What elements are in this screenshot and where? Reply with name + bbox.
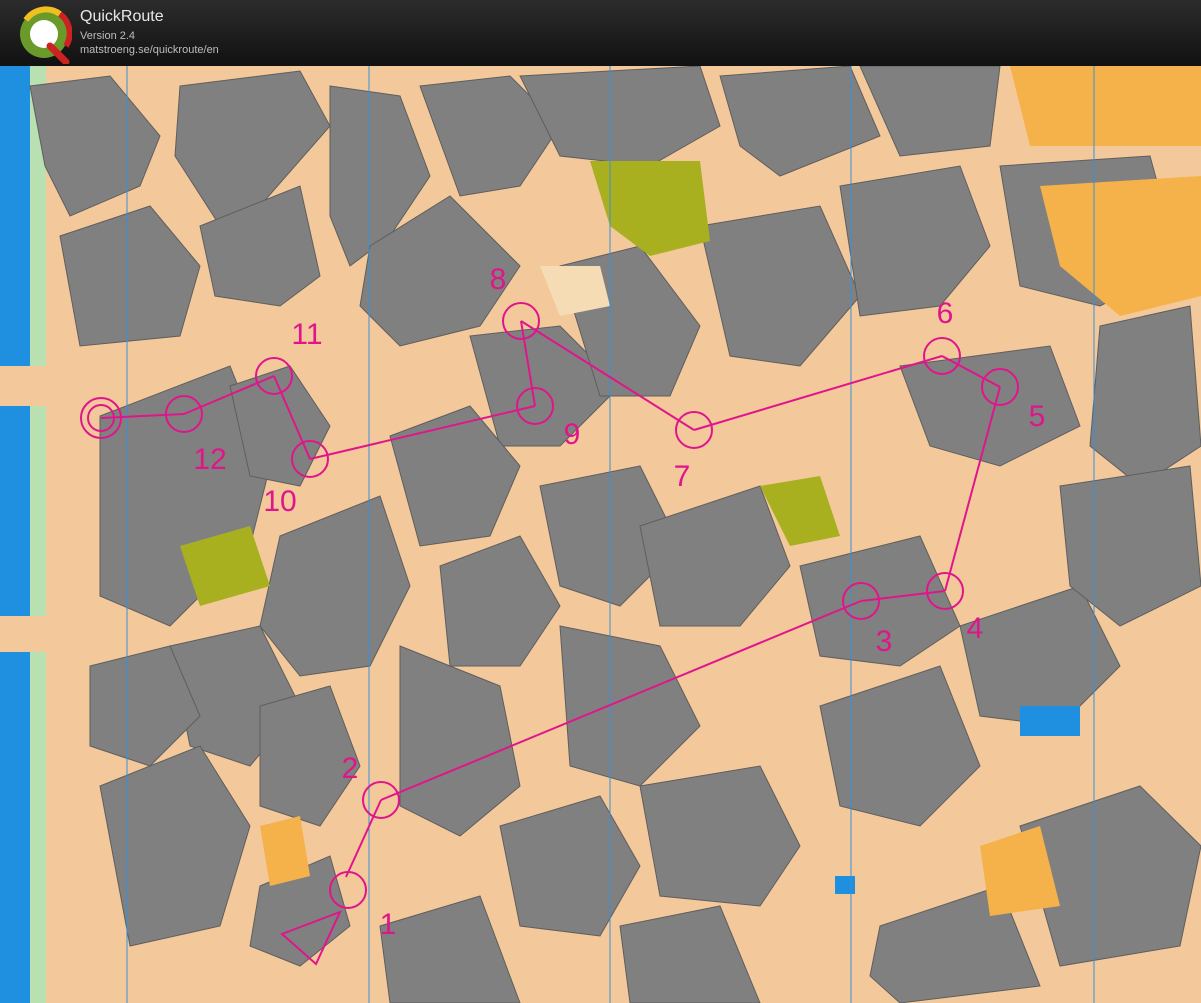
- control-number: 7: [674, 460, 691, 493]
- app-name: QuickRoute: [80, 8, 164, 25]
- app-url[interactable]: matstroeng.se/quickroute/en: [80, 44, 219, 56]
- control-number: 2: [342, 752, 359, 785]
- control-number: 4: [967, 612, 984, 645]
- control-number: 5: [1029, 400, 1046, 433]
- app-version: Version 2.4: [80, 30, 136, 42]
- control-number: 11: [291, 318, 322, 351]
- control-number: 8: [490, 263, 507, 296]
- control-number: 6: [937, 297, 954, 330]
- control-number: 1: [380, 908, 397, 941]
- control-number: 10: [263, 485, 296, 518]
- quickroute-logo-icon: [20, 6, 72, 64]
- control-number: 3: [876, 625, 893, 658]
- orienteering-map[interactable]: 1 2 3 4 5 6 7 8 9 10 11 12: [0, 66, 1201, 1003]
- control-number: 12: [193, 443, 226, 476]
- map-canvas[interactable]: 123 456789101112: [0, 66, 1201, 1003]
- quickroute-window: QuickRoute Version 2.4 matstroeng.se/qui…: [0, 0, 1201, 1003]
- control-number: 9: [564, 418, 581, 451]
- title-bar: QuickRoute Version 2.4 matstroeng.se/qui…: [0, 0, 1201, 66]
